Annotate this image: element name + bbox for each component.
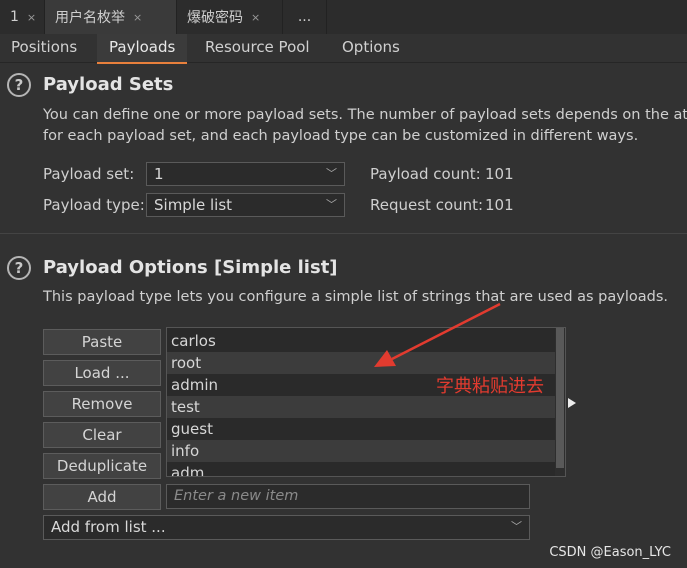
cursor-icon bbox=[568, 398, 576, 408]
watermark: CSDN @Eason_LYC bbox=[549, 545, 671, 560]
annotation-text: 字典粘贴进去 bbox=[436, 376, 544, 397]
annotation-arrow bbox=[374, 302, 501, 367]
